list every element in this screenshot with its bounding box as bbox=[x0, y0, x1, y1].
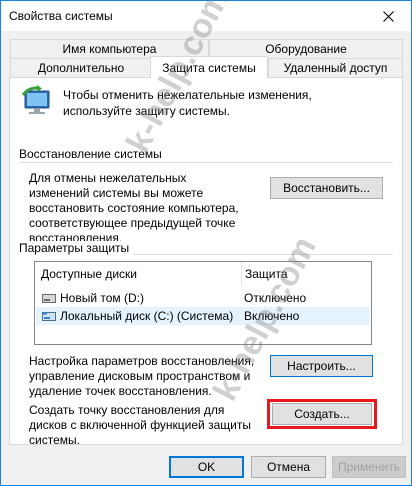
protection-section-label: Параметры защиты bbox=[19, 241, 134, 255]
close-icon bbox=[382, 10, 394, 22]
tab-label: Защита системы bbox=[162, 60, 256, 75]
column-header-label: Защита bbox=[245, 267, 288, 281]
intro-text: Чтобы отменить нежелательные изменения, … bbox=[63, 88, 312, 118]
title-bar: Свойства системы bbox=[1, 1, 411, 31]
column-separator[interactable] bbox=[241, 262, 242, 286]
tab-label: Оборудование bbox=[265, 42, 347, 56]
restore-button[interactable]: Восстановить... bbox=[270, 177, 383, 199]
ok-button-label: OK bbox=[197, 460, 216, 474]
drive-name: Локальный диск (C:) (Система) bbox=[60, 309, 234, 323]
drive-name: Новый том (D:) bbox=[60, 291, 144, 305]
tab-remote[interactable]: Удаленный доступ bbox=[268, 58, 403, 77]
restore-button-label: Восстановить... bbox=[283, 181, 370, 195]
system-properties-window: Свойства системы Имя компьютера Оборудов… bbox=[0, 0, 412, 486]
apply-button[interactable]: Применить bbox=[332, 456, 406, 478]
tab-advanced[interactable]: Дополнительно bbox=[10, 58, 152, 77]
system-protection-icon bbox=[21, 85, 50, 114]
drive-icon bbox=[42, 294, 56, 303]
ok-button[interactable]: OK bbox=[169, 456, 244, 478]
drives-list[interactable]: Доступные диски Защита Новый том (D:) От… bbox=[34, 261, 372, 345]
section-divider bbox=[19, 162, 393, 163]
tab-label: Имя компьютера bbox=[62, 42, 157, 56]
tab-label: Дополнительно bbox=[37, 61, 125, 75]
cancel-button[interactable]: Отмена bbox=[251, 456, 326, 478]
configure-button-label: Настроить... bbox=[287, 359, 356, 373]
tab-label: Удаленный доступ bbox=[283, 61, 388, 75]
restore-description: Для отмены нежелательных изменений систе… bbox=[29, 171, 239, 245]
column-header-drives[interactable]: Доступные диски bbox=[41, 262, 137, 286]
column-header-label: Доступные диски bbox=[41, 267, 137, 281]
create-description: Создать точку восстановления для дисков … bbox=[29, 403, 251, 447]
apply-button-label: Применить bbox=[337, 460, 400, 474]
cancel-button-label: Отмена bbox=[266, 460, 311, 474]
restore-section-label: Восстановление системы bbox=[19, 147, 166, 161]
drive-status: Отключено bbox=[244, 291, 307, 305]
configure-description: Настройка параметров восстановления, упр… bbox=[29, 354, 255, 398]
close-button[interactable] bbox=[365, 1, 411, 31]
system-drive-icon bbox=[42, 312, 56, 321]
drive-status: Включено bbox=[244, 309, 300, 323]
create-button-highlight bbox=[267, 399, 377, 429]
window-title: Свойства системы bbox=[9, 9, 113, 23]
column-header-protection[interactable]: Защита bbox=[245, 262, 288, 286]
tab-system-protection[interactable]: Защита системы bbox=[150, 56, 268, 78]
configure-button[interactable]: Настроить... bbox=[270, 355, 373, 377]
drive-row-d[interactable]: Новый том (D:) Отключено bbox=[36, 289, 370, 307]
drive-row-c[interactable]: Локальный диск (C:) (Система) Включено bbox=[36, 307, 370, 325]
